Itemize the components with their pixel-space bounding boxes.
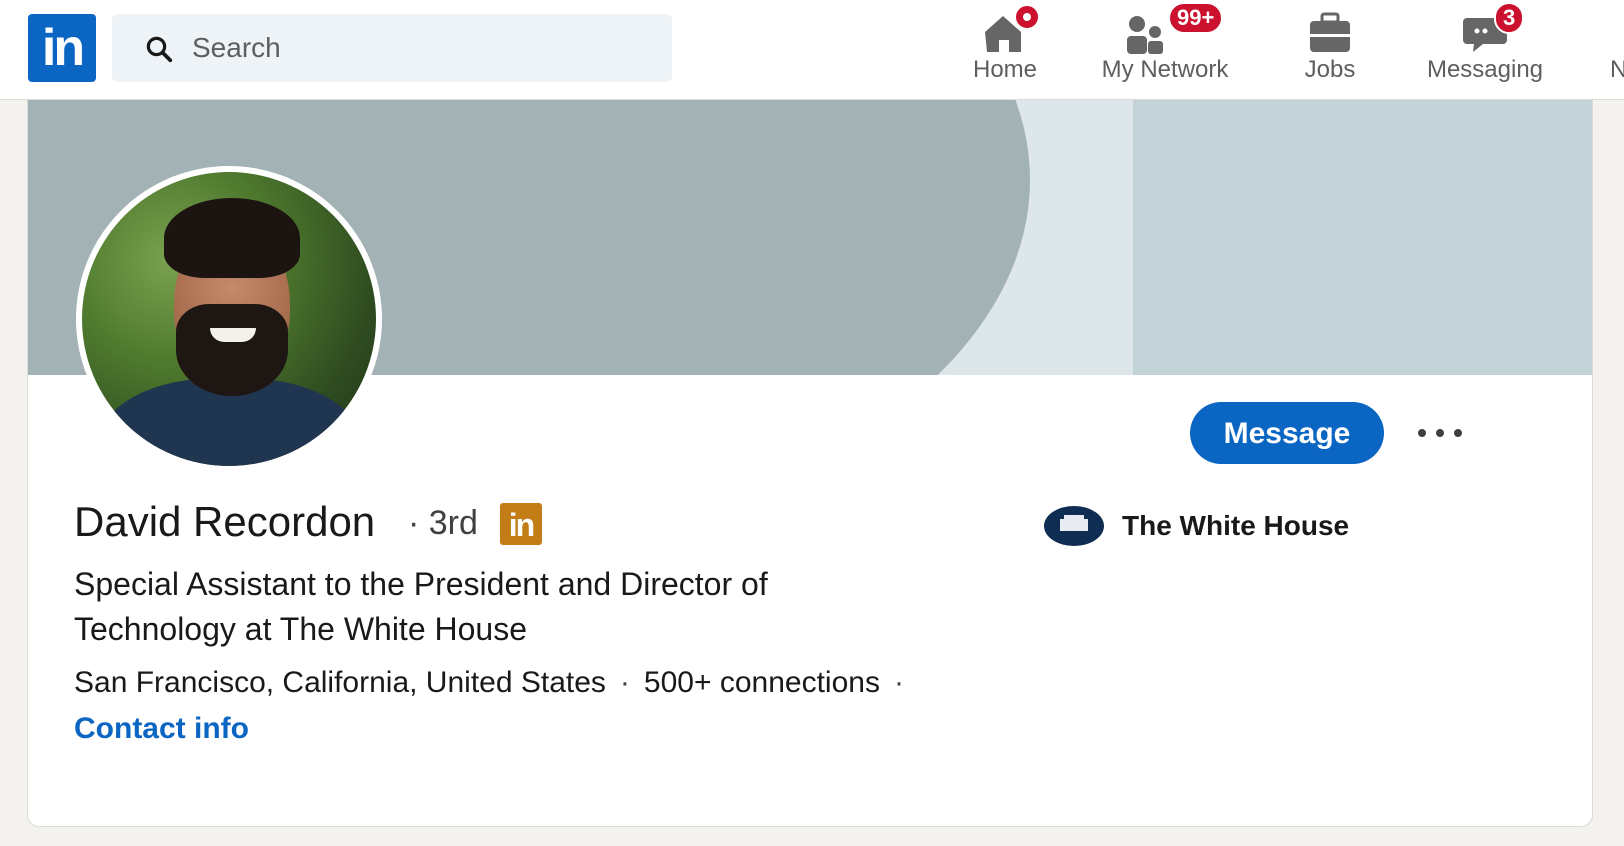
- separator-dot: ·: [619, 666, 630, 699]
- profile-name: David Recordon: [74, 498, 376, 545]
- nav-messaging-label: Messaging: [1426, 56, 1544, 83]
- profile-photo-image: [82, 172, 376, 466]
- messaging-badge: 3: [1494, 2, 1525, 34]
- nav-home[interactable]: Home: [960, 0, 1050, 100]
- home-notification-dot: [1014, 4, 1040, 30]
- network-badge: 99+: [1168, 2, 1224, 34]
- profile-photo[interactable]: [76, 166, 382, 472]
- more-dot-icon: [1418, 429, 1426, 437]
- search-placeholder: Search: [192, 32, 281, 63]
- search-bar[interactable]: Search: [112, 14, 672, 82]
- message-button[interactable]: Message: [1190, 402, 1384, 464]
- top-nav-bar: in Search Home 99+ My Network Jobs 3 Mes…: [0, 0, 1624, 100]
- briefcase-icon: [1310, 12, 1350, 52]
- people-icon: [1127, 16, 1163, 54]
- contact-info-link[interactable]: Contact info: [74, 712, 249, 746]
- more-dot-icon: [1436, 429, 1444, 437]
- profile-location: San Francisco, California, United States: [74, 666, 606, 699]
- nav-my-network-label: My Network: [1101, 56, 1229, 83]
- white-house-logo: [1044, 506, 1104, 546]
- premium-badge-icon[interactable]: in: [500, 503, 542, 545]
- nav-my-network[interactable]: 99+ My Network: [1090, 0, 1240, 100]
- linkedin-logo[interactable]: in: [28, 14, 96, 82]
- nav-notifications-label-cut[interactable]: N: [1610, 56, 1624, 84]
- nav-home-label: Home: [972, 56, 1038, 83]
- nav-messaging[interactable]: 3 Messaging: [1420, 0, 1550, 100]
- more-dot-icon: [1454, 429, 1462, 437]
- profile-meta: San Francisco, California, United States…: [74, 666, 918, 700]
- search-icon: [146, 36, 173, 63]
- profile-card: Message David Recordon · 3rd in Special …: [27, 100, 1593, 827]
- separator-dot: ·: [893, 666, 904, 699]
- more-actions-button[interactable]: [1416, 414, 1464, 452]
- nav-jobs[interactable]: Jobs: [1285, 0, 1375, 100]
- connections-count[interactable]: 500+ connections: [644, 666, 880, 699]
- company-name: The White House: [1122, 510, 1350, 541]
- nav-jobs-label: Jobs: [1304, 56, 1356, 83]
- connection-degree: · 3rd: [408, 504, 478, 542]
- profile-headline: Special Assistant to the President and D…: [74, 566, 768, 647]
